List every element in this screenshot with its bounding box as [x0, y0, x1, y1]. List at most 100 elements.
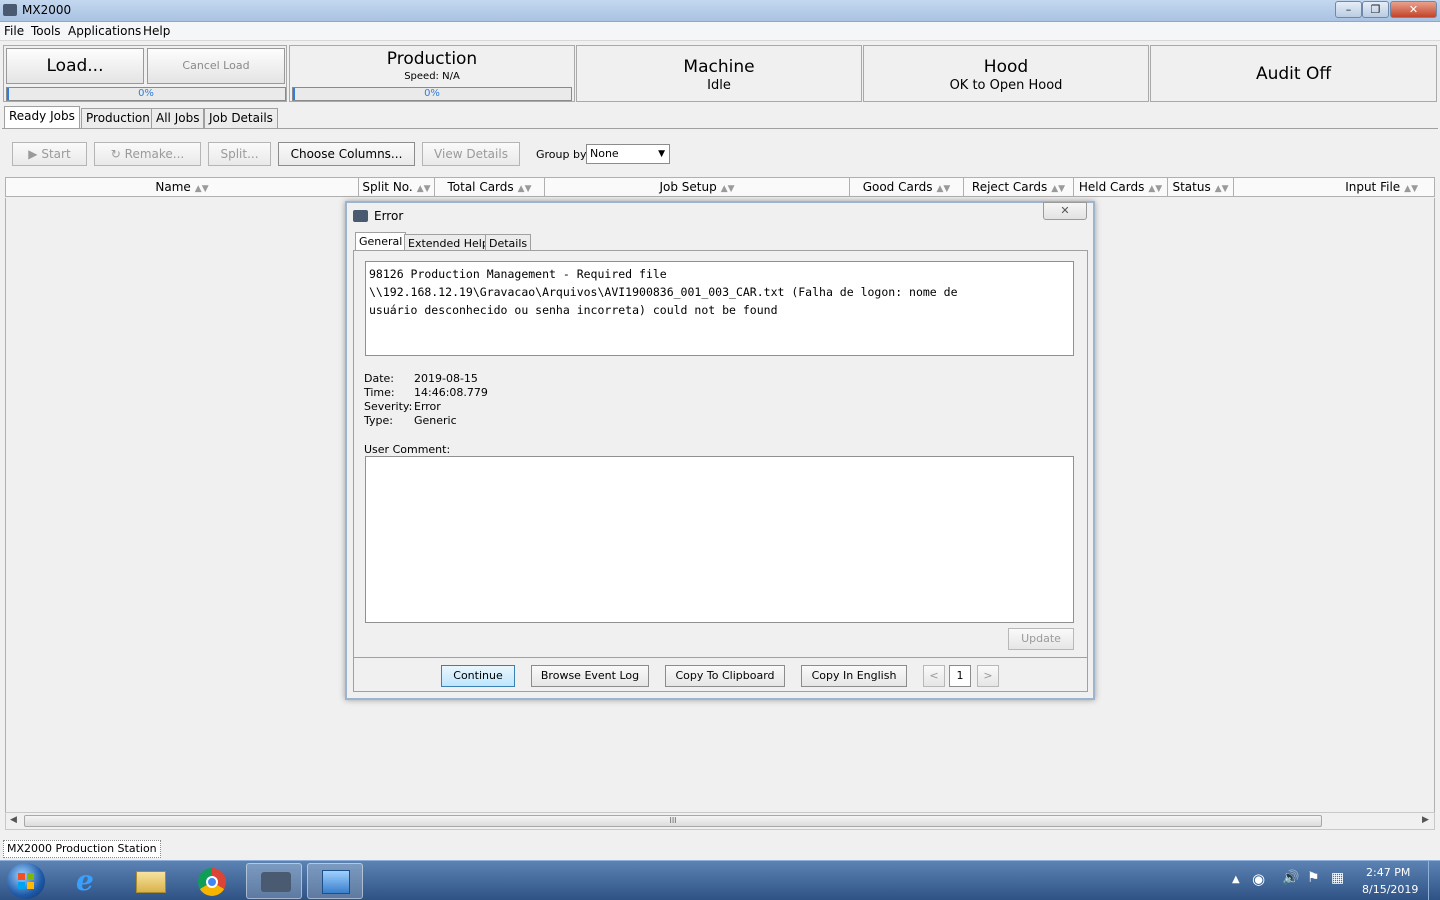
load-progress-text: 0% — [138, 88, 154, 99]
app-icon — [3, 4, 17, 16]
tab-divider — [2, 128, 1438, 129]
menu-applications[interactable]: Applications — [68, 24, 141, 38]
folder-icon — [136, 871, 166, 893]
show-desktop-button[interactable] — [1428, 861, 1440, 900]
start-menu-button[interactable] — [7, 863, 45, 899]
sort-icon: ▲▼ — [720, 184, 735, 194]
date-label: Date: — [364, 372, 394, 385]
next-page-button[interactable]: > — [977, 665, 999, 687]
continue-button[interactable]: Continue — [441, 665, 515, 687]
severity-value: Error — [414, 400, 441, 413]
menu-tools[interactable]: Tools — [31, 24, 61, 38]
hood-title: Hood — [983, 57, 1029, 77]
taskbar-control-panel[interactable] — [307, 863, 363, 899]
page-number: 1 — [949, 665, 971, 687]
sort-icon: ▲▼ — [1051, 184, 1066, 194]
load-button[interactable]: Load... — [6, 48, 144, 84]
col-job-setup[interactable]: Job Setup ▲▼ — [545, 178, 850, 196]
col-input-file-label: Input File — [1345, 180, 1401, 194]
scroll-grip: III — [669, 816, 677, 825]
close-button[interactable]: ✕ — [1390, 1, 1437, 18]
machine-title: Machine — [683, 57, 755, 77]
sort-icon: ▲▼ — [936, 184, 951, 194]
sort-icon: ▲▼ — [1404, 184, 1418, 194]
dialog-close-button[interactable]: ✕ — [1043, 202, 1087, 220]
col-split-no-label: Split No. — [362, 180, 413, 194]
production-progress-text: 0% — [424, 88, 440, 99]
error-message-box[interactable]: 98126 Production Management - Required f… — [365, 261, 1074, 356]
time-label: Time: — [364, 386, 395, 399]
minimize-button[interactable]: – — [1335, 1, 1362, 18]
sort-icon: ▲▼ — [517, 184, 532, 194]
prev-page-button[interactable]: < — [923, 665, 945, 687]
refresh-icon: ↻ — [110, 147, 121, 161]
split-button[interactable]: Split... — [208, 142, 271, 166]
chrome-icon — [198, 868, 226, 896]
choose-columns-button[interactable]: Choose Columns... — [278, 142, 415, 166]
col-name-label: Name — [155, 180, 191, 194]
severity-label: Severity: — [364, 400, 413, 413]
load-panel: Load... Cancel Load 0% — [3, 45, 287, 102]
user-comment-input[interactable] — [365, 456, 1074, 623]
error-dialog: Error ✕ General Extended Help Details 98… — [345, 201, 1095, 700]
copy-to-clipboard-button[interactable]: Copy To Clipboard — [665, 665, 785, 687]
control-panel-icon — [322, 870, 350, 894]
cancel-load-button[interactable]: Cancel Load — [147, 48, 285, 84]
tab-ready-jobs[interactable]: Ready Jobs — [4, 106, 80, 129]
tray-date[interactable]: 8/15/2019 — [1362, 883, 1418, 896]
start-label: Start — [41, 147, 71, 161]
col-input-file[interactable]: Input File ▲▼ — [1234, 178, 1434, 196]
sort-icon: ▲▼ — [1214, 184, 1229, 194]
col-good-cards-label: Good Cards — [862, 180, 933, 194]
col-status[interactable]: Status ▲▼ — [1168, 178, 1234, 196]
play-icon: ▶ — [28, 147, 38, 161]
action-center-flag-icon[interactable]: ⚑ — [1307, 870, 1320, 886]
tab-job-details[interactable]: Job Details — [204, 108, 278, 128]
menu-file[interactable]: File — [4, 24, 24, 38]
production-progress-fill — [293, 88, 295, 100]
start-button[interactable]: ▶ Start — [12, 142, 87, 166]
taskbar-explorer[interactable] — [122, 863, 178, 899]
horizontal-scrollbar[interactable]: ◀ III ▶ — [5, 812, 1435, 830]
update-button[interactable]: Update — [1008, 628, 1074, 650]
scroll-right-icon[interactable]: ▶ — [1422, 815, 1429, 825]
taskbar-mx2000[interactable] — [246, 863, 302, 899]
tray-expand-icon[interactable]: ▲ — [1232, 874, 1240, 885]
col-status-label: Status — [1172, 180, 1211, 194]
date-value: 2019-08-15 — [414, 372, 478, 385]
remake-button[interactable]: ↻ Remake... — [94, 142, 201, 166]
browse-event-log-button[interactable]: Browse Event Log — [531, 665, 649, 687]
tray-time[interactable]: 2:47 PM — [1366, 866, 1410, 879]
menu-help[interactable]: Help — [143, 24, 170, 38]
tray-app-icon[interactable]: ◉ — [1252, 870, 1265, 888]
tab-all-jobs[interactable]: All Jobs — [151, 108, 205, 128]
col-held-cards[interactable]: Held Cards ▲▼ — [1074, 178, 1168, 196]
tab-production[interactable]: Production — [81, 108, 155, 128]
title-bar[interactable]: MX2000 – ❐ ✕ — [0, 0, 1440, 22]
view-details-button[interactable]: View Details — [422, 142, 520, 166]
type-value: Generic — [414, 414, 457, 427]
scroll-left-icon[interactable]: ◀ — [10, 815, 17, 825]
col-job-setup-label: Job Setup — [659, 180, 717, 194]
volume-icon[interactable]: 🔊 — [1282, 870, 1299, 886]
taskbar-ie[interactable]: e — [62, 863, 118, 899]
production-progress-bar: 0% — [292, 87, 572, 101]
col-reject-cards[interactable]: Reject Cards ▲▼ — [964, 178, 1074, 196]
menu-bar: File Tools Applications Help — [0, 22, 1440, 41]
taskbar-chrome[interactable] — [184, 863, 240, 899]
col-name[interactable]: Name ▲▼ — [6, 178, 359, 196]
col-good-cards[interactable]: Good Cards ▲▼ — [850, 178, 964, 196]
maximize-button[interactable]: ❐ — [1362, 1, 1389, 18]
col-total-cards-label: Total Cards — [447, 180, 514, 194]
copy-in-english-button[interactable]: Copy In English — [801, 665, 907, 687]
col-split-no[interactable]: Split No. ▲▼ — [359, 178, 435, 196]
window-title: MX2000 — [22, 3, 72, 17]
load-progress-fill — [7, 88, 9, 100]
scroll-thumb[interactable]: III — [24, 815, 1322, 827]
network-icon[interactable]: ▦ — [1331, 870, 1344, 886]
audit-panel: Audit Off — [1150, 45, 1437, 102]
col-total-cards[interactable]: Total Cards ▲▼ — [435, 178, 545, 196]
sort-icon: ▲▼ — [416, 184, 431, 194]
sort-icon: ▲▼ — [1148, 184, 1163, 194]
group-by-select[interactable]: None ▼ — [586, 144, 670, 164]
